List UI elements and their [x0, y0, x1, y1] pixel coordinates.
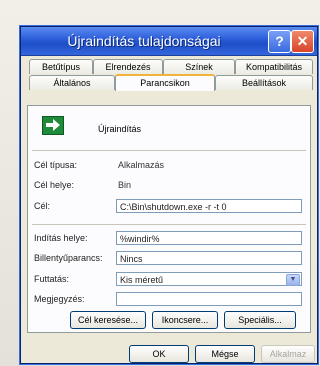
close-button[interactable]: ✕ [291, 30, 314, 53]
tab-general[interactable]: Általános [29, 75, 115, 90]
comment-input[interactable] [116, 292, 302, 306]
properties-dialog: Újraindítás tulajdonságai ? ✕ Betűtípus … [20, 26, 318, 364]
shortcut-panel: Újraindítás Cél típusa: Alkalmazás Cél h… [27, 105, 311, 333]
target-input[interactable]: C:\Bin\shutdown.exe -r -t 0 [116, 199, 302, 213]
tab-options[interactable]: Beállítások [215, 75, 313, 90]
target-location-label: Cél helye: [34, 180, 75, 190]
target-type-value: Alkalmazás [118, 160, 165, 170]
help-button[interactable]: ? [268, 30, 291, 53]
divider [32, 150, 306, 151]
tab-layout[interactable]: Elrendezés [93, 59, 163, 74]
advanced-button[interactable]: Speciális... [224, 311, 296, 329]
hotkey-label: Billentyűparancs: [34, 253, 103, 263]
title-bar[interactable]: Újraindítás tulajdonságai ? ✕ [21, 27, 317, 56]
run-select[interactable]: Kis méretű ▼ [116, 272, 302, 286]
tab-font[interactable]: Betűtípus [29, 59, 93, 74]
run-select-value: Kis méretű [120, 275, 164, 285]
target-type-label: Cél típusa: [34, 160, 78, 170]
green-arrow-icon [42, 116, 64, 135]
start-in-label: Indítás helye: [34, 233, 88, 243]
start-in-input[interactable]: %windir% [116, 231, 302, 245]
hotkey-input[interactable]: Nincs [116, 251, 302, 265]
run-label: Futtatás: [34, 274, 70, 284]
program-name: Újraindítás [98, 124, 142, 134]
change-icon-button[interactable]: Ikoncsere... [152, 311, 218, 329]
target-location-value: Bin [118, 180, 132, 190]
window-title: Újraindítás tulajdonságai [67, 33, 221, 49]
tab-shortcut[interactable]: Parancsikon [115, 74, 215, 91]
tab-colors[interactable]: Színek [163, 59, 235, 74]
target-label: Cél: [34, 201, 51, 211]
chevron-down-icon[interactable]: ▼ [286, 274, 300, 286]
find-target-button[interactable]: Cél keresése... [70, 311, 146, 329]
tab-strip: Betűtípus Elrendezés Színek Kompatibilit… [21, 57, 317, 105]
tab-compatibility[interactable]: Kompatibilitás [235, 59, 313, 74]
apply-button[interactable]: Alkalmaz [261, 345, 315, 363]
cancel-button[interactable]: Mégse [195, 345, 255, 363]
divider [32, 224, 306, 225]
ok-button[interactable]: OK [129, 345, 189, 363]
comment-label: Megjegyzés: [34, 294, 85, 304]
